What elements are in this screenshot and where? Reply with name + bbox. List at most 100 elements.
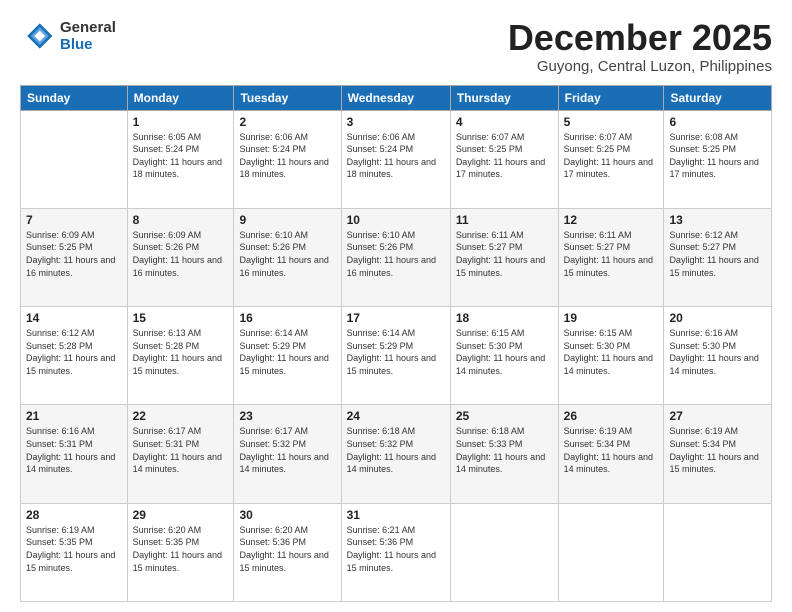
day-number: 18 — [456, 311, 553, 325]
day-number: 10 — [347, 213, 445, 227]
weekday-header-sunday: Sunday — [21, 85, 128, 110]
calendar-cell: 12 Sunrise: 6:11 AMSunset: 5:27 PMDayligh… — [558, 208, 664, 306]
day-info: Sunrise: 6:21 AMSunset: 5:36 PMDaylight:… — [347, 524, 445, 574]
day-number: 21 — [26, 409, 122, 423]
calendar-cell: 8Sunrise: 6:09 AMSunset: 5:26 PMDaylight… — [127, 208, 234, 306]
calendar-cell: 14 Sunrise: 6:12 AMSunset: 5:28 PMDayligh… — [21, 307, 128, 405]
day-info: Sunrise: 6:11 AMSunset: 5:27 PMDaylight:… — [456, 229, 553, 279]
day-info: Sunrise: 6:20 AMSunset: 5:35 PMDaylight:… — [133, 524, 229, 574]
day-info: Sunrise: 6:17 AMSunset: 5:31 PMDaylight:… — [133, 425, 229, 475]
calendar-cell: 6 Sunrise: 6:08 AMSunset: 5:25 PMDaylight… — [664, 110, 772, 208]
calendar-cell: 7Sunrise: 6:09 AMSunset: 5:25 PMDaylight… — [21, 208, 128, 306]
logo: General Blue — [20, 18, 116, 54]
calendar-cell: 13Sunrise: 6:12 AMSunset: 5:27 PMDayligh… — [664, 208, 772, 306]
calendar-cell — [664, 503, 772, 601]
calendar-week-row: 14 Sunrise: 6:12 AMSunset: 5:28 PMDayligh… — [21, 307, 772, 405]
calendar-cell: 2 Sunrise: 6:06 AMSunset: 5:24 PMDaylight… — [234, 110, 341, 208]
day-number: 31 — [347, 508, 445, 522]
day-info: Sunrise: 6:12 AMSunset: 5:28 PMDaylight:… — [26, 327, 122, 377]
day-number: 17 — [347, 311, 445, 325]
calendar-cell — [450, 503, 558, 601]
day-number: 19 — [564, 311, 659, 325]
calendar-cell: 20Sunrise: 6:16 AMSunset: 5:30 PMDayligh… — [664, 307, 772, 405]
day-number: 2 — [239, 115, 335, 129]
day-info: Sunrise: 6:14 AMSunset: 5:29 PMDaylight:… — [239, 327, 335, 377]
calendar-cell: 1 Sunrise: 6:05 AMSunset: 5:24 PMDaylight… — [127, 110, 234, 208]
day-number: 23 — [239, 409, 335, 423]
day-number: 12 — [564, 213, 659, 227]
day-number: 4 — [456, 115, 553, 129]
calendar-week-row: 21 Sunrise: 6:16 AMSunset: 5:31 PMDayligh… — [21, 405, 772, 503]
weekday-header-saturday: Saturday — [664, 85, 772, 110]
calendar-cell: 28 Sunrise: 6:19 AMSunset: 5:35 PMDayligh… — [21, 503, 128, 601]
calendar-cell: 27Sunrise: 6:19 AMSunset: 5:34 PMDayligh… — [664, 405, 772, 503]
day-info: Sunrise: 6:18 AMSunset: 5:32 PMDaylight:… — [347, 425, 445, 475]
day-info: Sunrise: 6:19 AMSunset: 5:34 PMDaylight:… — [669, 425, 766, 475]
calendar-cell: 9 Sunrise: 6:10 AMSunset: 5:26 PMDaylight… — [234, 208, 341, 306]
day-info: Sunrise: 6:06 AMSunset: 5:24 PMDaylight:… — [239, 131, 335, 181]
calendar-cell: 22Sunrise: 6:17 AMSunset: 5:31 PMDayligh… — [127, 405, 234, 503]
day-info: Sunrise: 6:12 AMSunset: 5:27 PMDaylight:… — [669, 229, 766, 279]
day-info: Sunrise: 6:08 AMSunset: 5:25 PMDaylight:… — [669, 131, 766, 181]
day-info: Sunrise: 6:10 AMSunset: 5:26 PMDaylight:… — [347, 229, 445, 279]
calendar-cell: 31 Sunrise: 6:21 AMSunset: 5:36 PMDayligh… — [341, 503, 450, 601]
day-info: Sunrise: 6:15 AMSunset: 5:30 PMDaylight:… — [456, 327, 553, 377]
weekday-header-tuesday: Tuesday — [234, 85, 341, 110]
month-title: December 2025 — [508, 18, 772, 58]
logo-blue: Blue — [60, 36, 116, 53]
day-number: 6 — [669, 115, 766, 129]
day-number: 9 — [239, 213, 335, 227]
day-info: Sunrise: 6:18 AMSunset: 5:33 PMDaylight:… — [456, 425, 553, 475]
calendar-cell: 16 Sunrise: 6:14 AMSunset: 5:29 PMDayligh… — [234, 307, 341, 405]
calendar-cell: 18 Sunrise: 6:15 AMSunset: 5:30 PMDayligh… — [450, 307, 558, 405]
day-info: Sunrise: 6:19 AMSunset: 5:35 PMDaylight:… — [26, 524, 122, 574]
calendar-cell: 29 Sunrise: 6:20 AMSunset: 5:35 PMDayligh… — [127, 503, 234, 601]
calendar-cell: 4 Sunrise: 6:07 AMSunset: 5:25 PMDaylight… — [450, 110, 558, 208]
calendar-week-row: 28 Sunrise: 6:19 AMSunset: 5:35 PMDayligh… — [21, 503, 772, 601]
day-number: 24 — [347, 409, 445, 423]
calendar-week-row: 1 Sunrise: 6:05 AMSunset: 5:24 PMDaylight… — [21, 110, 772, 208]
calendar-cell: 26 Sunrise: 6:19 AMSunset: 5:34 PMDayligh… — [558, 405, 664, 503]
day-info: Sunrise: 6:19 AMSunset: 5:34 PMDaylight:… — [564, 425, 659, 475]
page: General Blue December 2025 Guyong, Centr… — [0, 0, 792, 612]
calendar-cell: 25Sunrise: 6:18 AMSunset: 5:33 PMDayligh… — [450, 405, 558, 503]
day-number: 11 — [456, 213, 553, 227]
day-info: Sunrise: 6:10 AMSunset: 5:26 PMDaylight:… — [239, 229, 335, 279]
day-number: 7 — [26, 213, 122, 227]
day-info: Sunrise: 6:07 AMSunset: 5:25 PMDaylight:… — [564, 131, 659, 181]
calendar-cell: 19Sunrise: 6:15 AMSunset: 5:30 PMDayligh… — [558, 307, 664, 405]
day-info: Sunrise: 6:06 AMSunset: 5:24 PMDaylight:… — [347, 131, 445, 181]
weekday-header-monday: Monday — [127, 85, 234, 110]
day-info: Sunrise: 6:11 AMSunset: 5:27 PMDaylight:… — [564, 229, 659, 279]
day-number: 29 — [133, 508, 229, 522]
day-number: 26 — [564, 409, 659, 423]
title-block: December 2025 Guyong, Central Luzon, Phi… — [508, 18, 772, 75]
day-number: 30 — [239, 508, 335, 522]
day-number: 14 — [26, 311, 122, 325]
day-number: 20 — [669, 311, 766, 325]
calendar-cell: 3 Sunrise: 6:06 AMSunset: 5:24 PMDaylight… — [341, 110, 450, 208]
calendar-cell: 23 Sunrise: 6:17 AMSunset: 5:32 PMDayligh… — [234, 405, 341, 503]
calendar-cell: 5Sunrise: 6:07 AMSunset: 5:25 PMDaylight… — [558, 110, 664, 208]
weekday-header-wednesday: Wednesday — [341, 85, 450, 110]
day-info: Sunrise: 6:20 AMSunset: 5:36 PMDaylight:… — [239, 524, 335, 574]
calendar-table: SundayMondayTuesdayWednesdayThursdayFrid… — [20, 85, 772, 602]
logo-icon — [20, 18, 56, 54]
day-number: 16 — [239, 311, 335, 325]
weekday-header-row: SundayMondayTuesdayWednesdayThursdayFrid… — [21, 85, 772, 110]
day-number: 3 — [347, 115, 445, 129]
calendar-cell — [558, 503, 664, 601]
day-info: Sunrise: 6:16 AMSunset: 5:31 PMDaylight:… — [26, 425, 122, 475]
day-number: 1 — [133, 115, 229, 129]
day-info: Sunrise: 6:07 AMSunset: 5:25 PMDaylight:… — [456, 131, 553, 181]
calendar-cell: 24 Sunrise: 6:18 AMSunset: 5:32 PMDayligh… — [341, 405, 450, 503]
calendar-cell: 30 Sunrise: 6:20 AMSunset: 5:36 PMDayligh… — [234, 503, 341, 601]
calendar-cell: 10 Sunrise: 6:10 AMSunset: 5:26 PMDayligh… — [341, 208, 450, 306]
day-info: Sunrise: 6:17 AMSunset: 5:32 PMDaylight:… — [239, 425, 335, 475]
logo-general: General — [60, 19, 116, 36]
day-info: Sunrise: 6:05 AMSunset: 5:24 PMDaylight:… — [133, 131, 229, 181]
day-number: 28 — [26, 508, 122, 522]
calendar-cell: 21 Sunrise: 6:16 AMSunset: 5:31 PMDayligh… — [21, 405, 128, 503]
calendar-week-row: 7Sunrise: 6:09 AMSunset: 5:25 PMDaylight… — [21, 208, 772, 306]
weekday-header-friday: Friday — [558, 85, 664, 110]
